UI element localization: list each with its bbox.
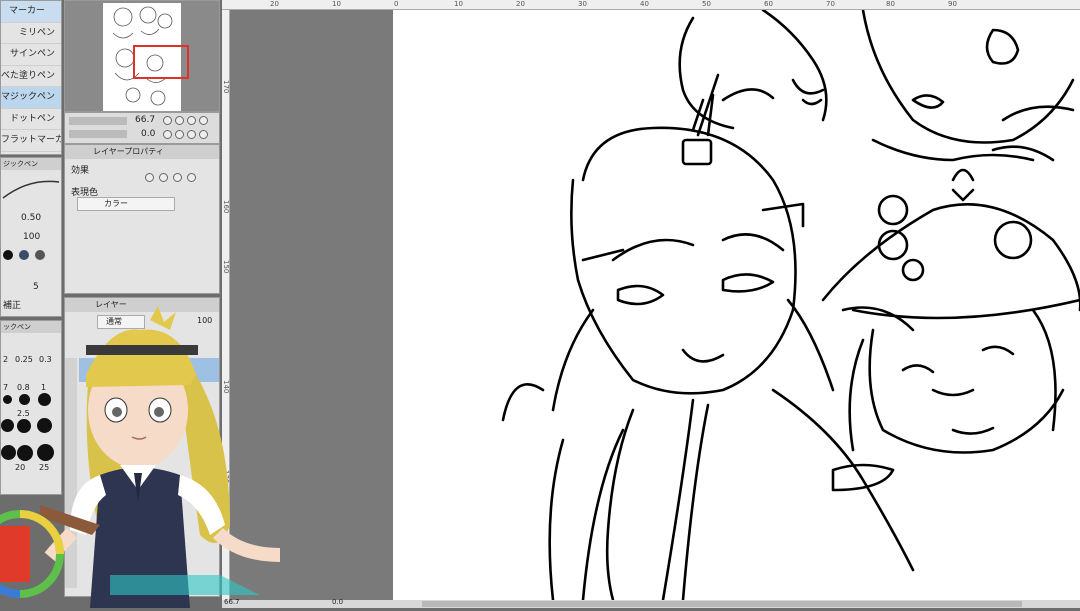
brush-stroke-preview (2, 180, 60, 199)
brush-size-preset[interactable]: 2 (3, 355, 8, 364)
brush-size-preset[interactable]: 0.25 (15, 355, 33, 364)
sub-tool-panel: マーカー ミリペン サインペン べた塗りペン マジックペン ドットペン フラット… (0, 0, 62, 155)
rotate-reset-icon[interactable] (175, 130, 184, 139)
zoom-slider[interactable] (69, 117, 127, 125)
ruler-tick: 90 (948, 0, 957, 8)
sub-tool-item-selected[interactable]: マジックペン (1, 87, 61, 109)
brush-size-dot[interactable] (1, 445, 16, 460)
sub-tool-item[interactable]: べた塗りペン (1, 66, 61, 87)
opacity-value[interactable]: 100 (23, 232, 40, 242)
tool-property-panel: ジックペン 0.50 100 5 補正 (0, 157, 62, 317)
color-wheel-graphic (0, 510, 64, 598)
ruler-tick: 10 (332, 0, 341, 8)
ruler-tick: 50 (702, 0, 711, 8)
ruler-tick: 40 (640, 0, 649, 8)
ruler-tick: 70 (826, 0, 835, 8)
ruler-tick: 30 (578, 0, 587, 8)
effect-pattern-icon[interactable] (173, 173, 182, 182)
horizontal-ruler: 20 10 0 10 20 30 40 50 60 70 80 90 (222, 0, 1080, 10)
zoom-out-icon[interactable] (163, 116, 172, 125)
horizontal-scrollbar[interactable] (422, 601, 1022, 607)
status-zoom[interactable]: 66.7 (224, 598, 240, 606)
layer-property-panel: レイヤープロパティ 効果 表現色 カラー (64, 144, 220, 294)
sub-tool-group-header[interactable]: マーカー (1, 1, 61, 23)
ruler-tick: 80 (886, 0, 895, 8)
color-wheel[interactable] (0, 500, 70, 608)
effect-tone-icon[interactable] (159, 173, 168, 182)
effect-label: 効果 (71, 166, 90, 176)
avatar-figure (36, 306, 281, 608)
navigator-thumbnail[interactable] (103, 3, 189, 111)
ruler-tick: 150 (222, 260, 230, 274)
navigator-panel (64, 0, 220, 112)
fit-icon[interactable] (187, 116, 196, 125)
actual-size-icon[interactable] (199, 116, 208, 125)
brush-size-preset[interactable]: 0.8 (17, 383, 30, 392)
brush-tip-dot[interactable] (3, 250, 13, 260)
rotate-left-icon[interactable] (163, 130, 172, 139)
sub-tool-item[interactable]: ドットペン (1, 109, 61, 130)
ruler-tick: 160 (222, 200, 230, 214)
zoom-value: 66.7 (135, 115, 156, 125)
correction-label: 補正 (3, 301, 22, 311)
brush-size-dot[interactable] (3, 395, 12, 404)
status-bar: 66.7 0.0 (222, 598, 1080, 608)
vtuber-avatar (36, 305, 330, 608)
drawing-canvas[interactable] (393, 10, 1080, 600)
status-rotation[interactable]: 0.0 (332, 598, 343, 606)
rotation-slider[interactable] (69, 130, 127, 138)
flip-icon[interactable] (199, 130, 208, 139)
brush-size-preset[interactable]: 20 (15, 463, 25, 472)
ruler-tick: 60 (764, 0, 773, 8)
stabilization-value[interactable]: 5 (33, 282, 39, 292)
brush-tip-dot[interactable] (35, 250, 45, 260)
brush-size-preset[interactable]: 7 (3, 383, 8, 392)
tool-property-tab[interactable]: ジックペン (1, 158, 61, 170)
brush-size-dot[interactable] (1, 419, 14, 432)
character-sketch (501, 10, 1080, 600)
rotate-right-icon[interactable] (187, 130, 196, 139)
brush-size-preset[interactable]: 2.5 (17, 409, 30, 418)
brush-size-dot[interactable] (17, 445, 33, 461)
brush-tip-dot[interactable] (19, 250, 29, 260)
sub-tool-item[interactable]: ミリペン (1, 23, 61, 44)
ruler-tick: 0 (394, 0, 399, 8)
brush-size-value[interactable]: 0.50 (21, 213, 41, 223)
sub-tool-item[interactable]: サインペン (1, 44, 61, 66)
navigator-controls: 66.7 0.0 (64, 112, 220, 144)
ruler-tick: 10 (454, 0, 463, 8)
zoom-in-icon[interactable] (175, 116, 184, 125)
ruler-tick: 20 (270, 0, 279, 8)
effect-border-icon[interactable] (145, 173, 154, 182)
ruler-tick: 170 (222, 80, 230, 94)
layer-property-tab[interactable]: レイヤープロパティ (65, 145, 219, 159)
brush-size-dot[interactable] (17, 419, 31, 433)
expression-color-select[interactable]: カラー (77, 197, 175, 211)
navigator-view-frame[interactable] (133, 45, 189, 79)
sub-tool-item[interactable]: フラットマーカー (1, 130, 61, 152)
effect-extract-icon[interactable] (187, 173, 196, 182)
brush-size-dot[interactable] (19, 394, 30, 405)
ruler-tick: 20 (516, 0, 525, 8)
rotation-value: 0.0 (141, 129, 156, 139)
